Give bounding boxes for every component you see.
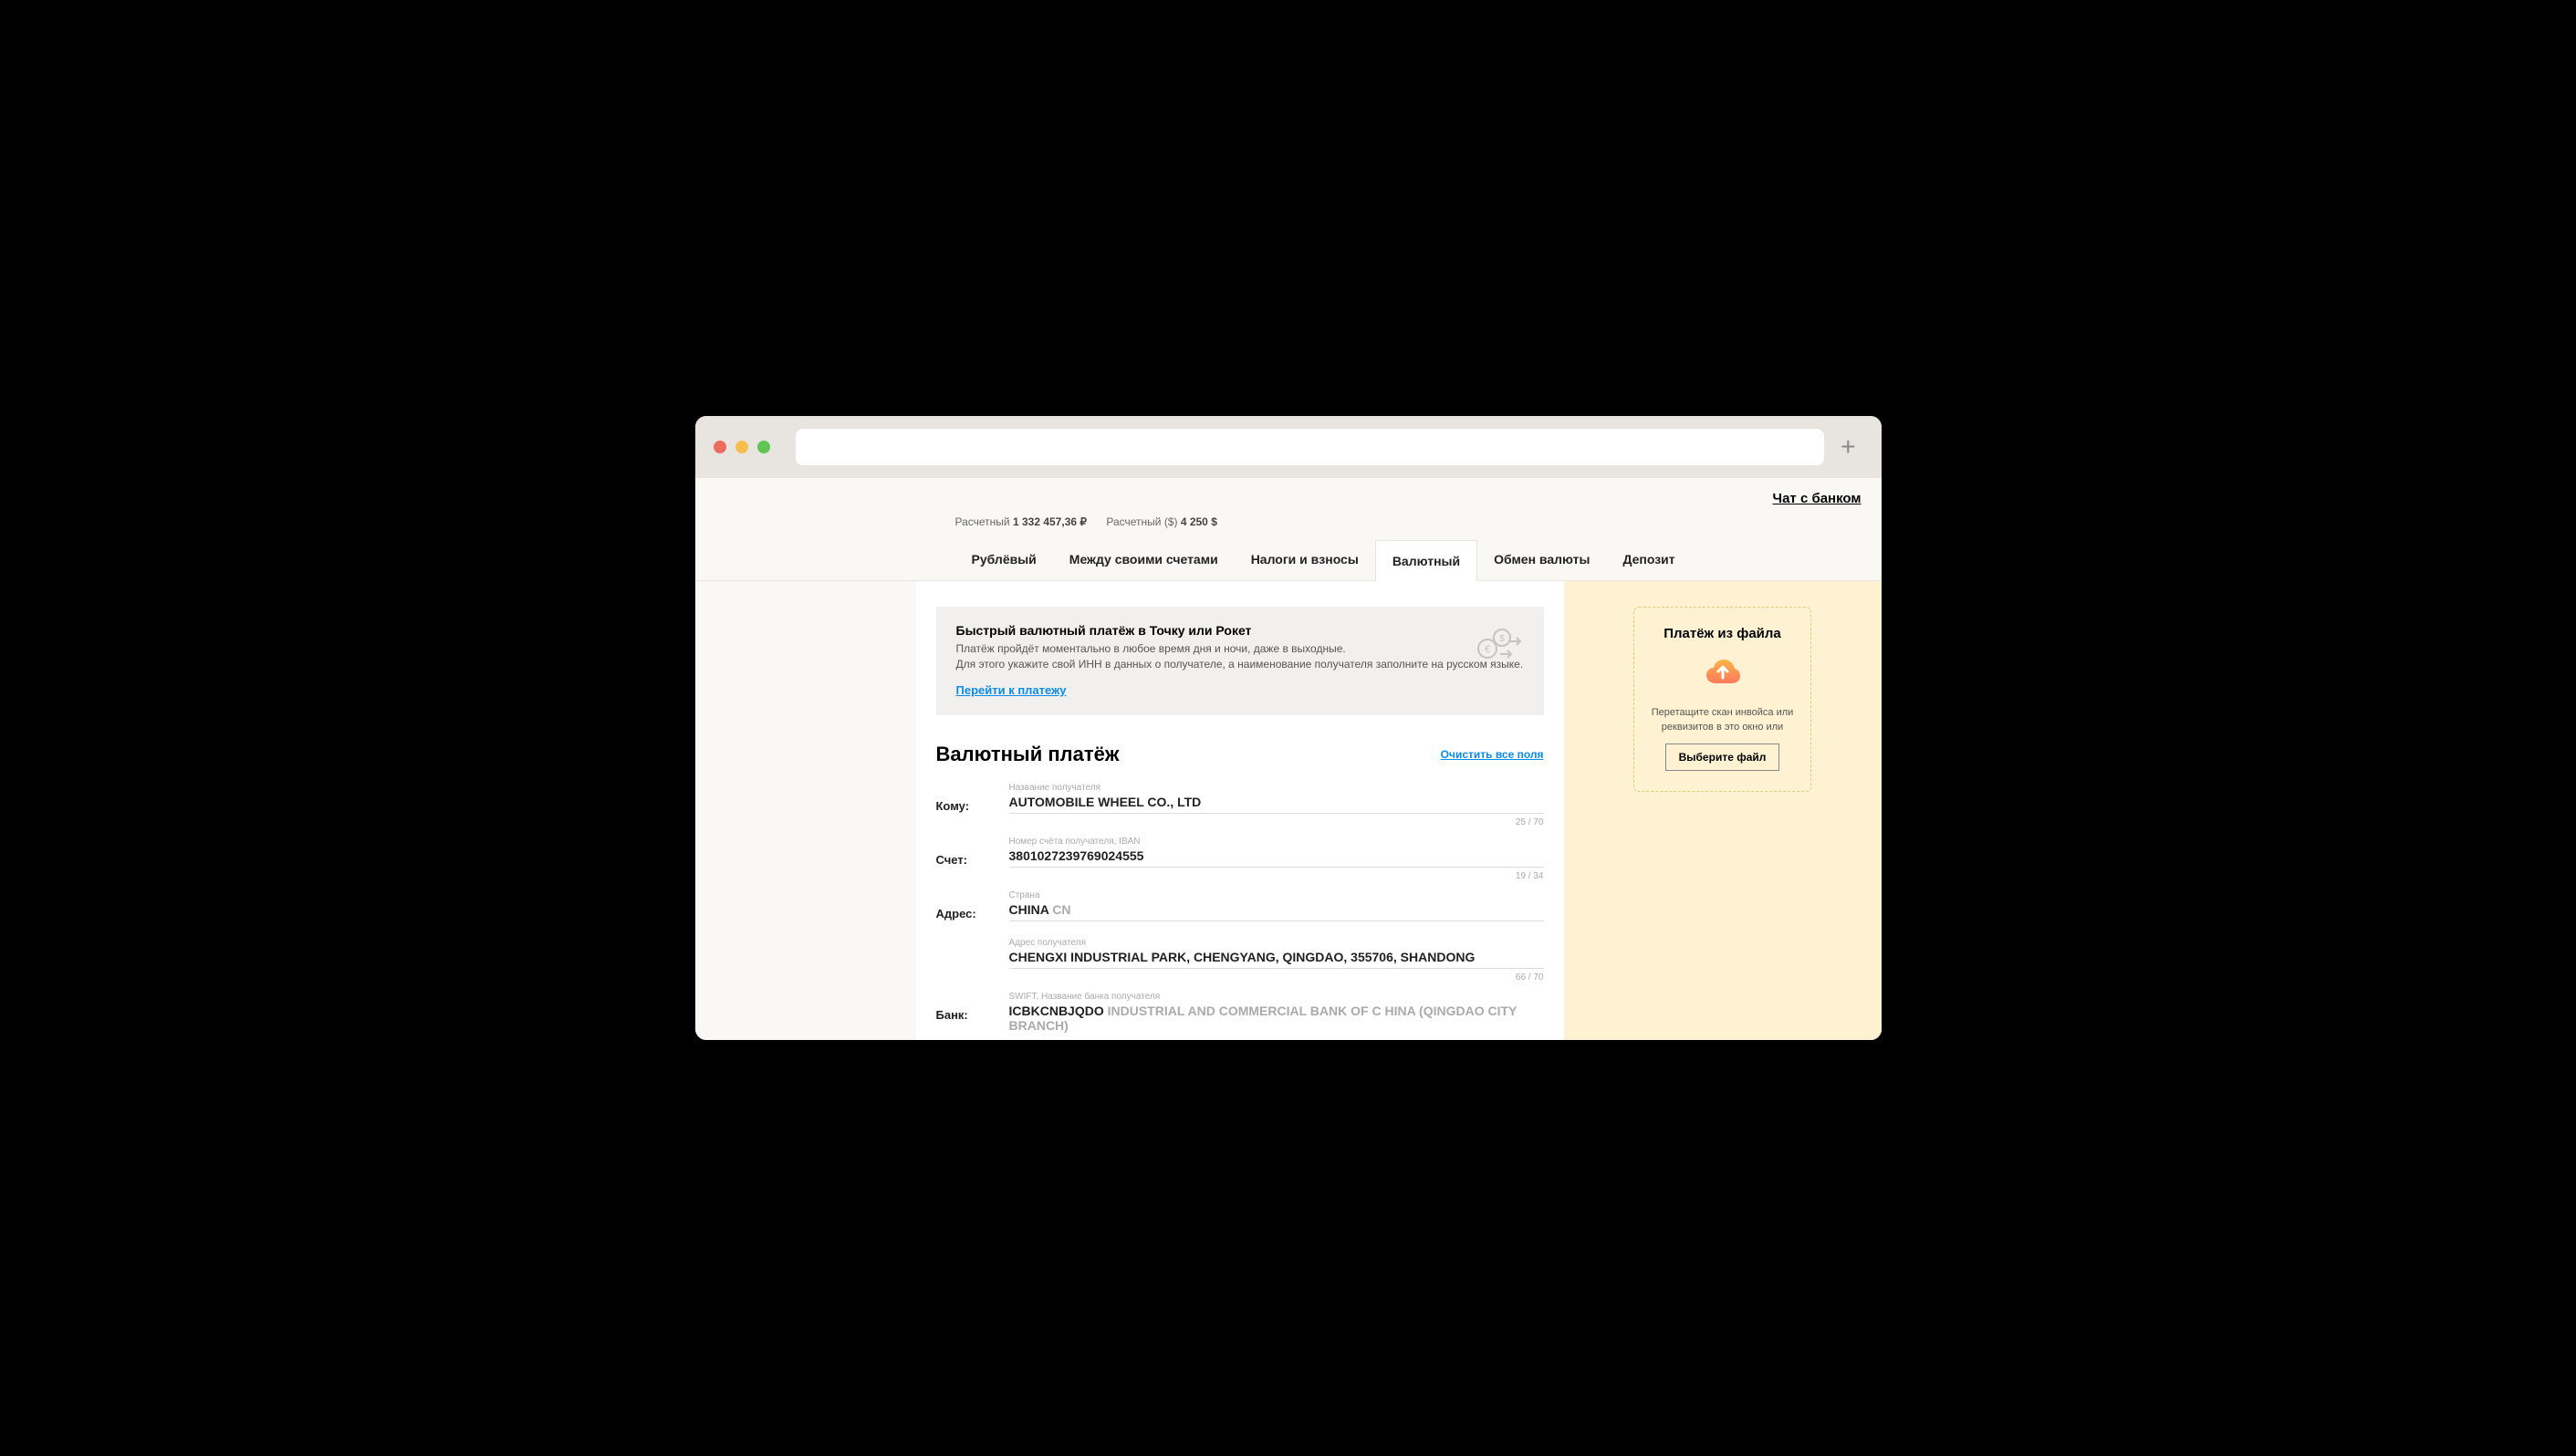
field-bank[interactable]: SWIFT, Название банка получателя ICBKCNB… <box>1009 992 1544 1036</box>
counter-account: 19 / 34 <box>1009 871 1544 881</box>
field-row-account: Счет: Номер счёта получателя, IBAN 38010… <box>936 837 1544 868</box>
upload-title: Платёж из файла <box>1651 626 1794 641</box>
field-row-country: Адрес: Страна CHINA CN <box>936 890 1544 921</box>
chat-with-bank-link[interactable]: Чат с банком <box>1773 491 1862 506</box>
field-country[interactable]: Страна CHINA CN <box>1009 890 1544 921</box>
new-tab-button[interactable]: + <box>1833 432 1862 462</box>
value-country: CHINA CN <box>1009 902 1544 917</box>
label-bank: Банк: <box>936 992 1009 1036</box>
go-to-payment-link[interactable]: Перейти к платежу <box>956 683 1067 697</box>
quick-payment-info-box: Быстрый валютный платёж в Точку или Роке… <box>936 607 1544 715</box>
svg-text:$: $ <box>1499 634 1505 644</box>
main-column: Быстрый валютный платёж в Точку или Роке… <box>916 581 1564 1040</box>
window-close-button[interactable] <box>714 441 726 453</box>
label-address-empty <box>936 938 1009 969</box>
svg-text:€: € <box>1484 644 1489 655</box>
sublabel-account: Номер счёта получателя, IBAN <box>1009 837 1544 847</box>
info-title: Быстрый валютный платёж в Точку или Роке… <box>956 623 1524 638</box>
field-row-recipient: Кому: Название получателя AUTOMOBILE WHE… <box>936 783 1544 814</box>
field-row-address: Адрес получателя CHENGXI INDUSTRIAL PARK… <box>936 938 1544 969</box>
clear-all-fields-link[interactable]: Очистить все поля <box>1441 748 1544 761</box>
info-text-line1: Платёж пройдёт моментально в любое время… <box>956 641 1524 657</box>
field-recipient[interactable]: Название получателя AUTOMOBILE WHEEL CO.… <box>1009 783 1544 814</box>
choose-file-button[interactable]: Выберите файл <box>1665 744 1780 771</box>
upload-description: Перетащите скан инвойса или реквизитов в… <box>1651 706 1794 734</box>
counter-address: 66 / 70 <box>1009 972 1544 983</box>
tab-currency[interactable]: Валютный <box>1375 540 1477 581</box>
tab-ruble[interactable]: Рублёвый <box>955 539 1053 580</box>
field-row-bank: Банк: SWIFT, Название банка получателя I… <box>936 992 1544 1036</box>
label-recipient: Кому: <box>936 783 1009 814</box>
url-bar[interactable] <box>796 429 1825 465</box>
content-area: Быстрый валютный платёж в Точку или Роке… <box>916 581 1882 1040</box>
value-bank: ICBKCNBJQDO INDUSTRIAL AND COMMERCIAL BA… <box>1009 1004 1544 1033</box>
accounts-summary: Расчетный 1 332 457,36 ₽ Расчетный ($) 4… <box>695 510 1882 539</box>
form-header: Валютный платёж Очистить все поля <box>936 743 1544 766</box>
account-usd-value: 4 250 $ <box>1181 515 1217 528</box>
tab-taxes[interactable]: Налоги и взносы <box>1235 539 1375 580</box>
sublabel-bank: SWIFT, Название банка получателя <box>1009 992 1544 1002</box>
page-content: Чат с банком Расчетный 1 332 457,36 ₽ Ра… <box>695 478 1882 1040</box>
tab-deposit[interactable]: Депозит <box>1606 539 1691 580</box>
counter-recipient: 25 / 70 <box>1009 817 1544 827</box>
label-address: Адрес: <box>936 890 1009 921</box>
currency-exchange-icon: € $ <box>1473 627 1524 663</box>
field-account[interactable]: Номер счёта получателя, IBAN 38010272397… <box>1009 837 1544 868</box>
side-column: Платёж из файла Перетащите скан инвойса … <box>1564 581 1882 1040</box>
account-rub-value: 1 332 457,36 ₽ <box>1013 515 1087 528</box>
window-minimize-button[interactable] <box>735 441 748 453</box>
tab-between-accounts[interactable]: Между своими счетами <box>1053 539 1235 580</box>
sublabel-address: Адрес получателя <box>1009 938 1544 948</box>
account-usd-label: Расчетный ($) <box>1106 515 1177 528</box>
value-recipient: AUTOMOBILE WHEEL CO., LTD <box>1009 795 1544 809</box>
cloud-upload-icon <box>1705 658 1741 691</box>
sublabel-country: Страна <box>1009 890 1544 900</box>
upload-card[interactable]: Платёж из файла Перетащите скан инвойса … <box>1633 607 1811 792</box>
value-address: CHENGXI INDUSTRIAL PARK, CHENGYANG, QING… <box>1009 950 1544 964</box>
account-rub-label: Расчетный <box>955 515 1010 528</box>
payment-tabs: Рублёвый Между своими счетами Налоги и в… <box>695 539 1882 581</box>
info-text-line2: Для этого укажите свой ИНН в данных о по… <box>956 657 1524 672</box>
sublabel-recipient: Название получателя <box>1009 783 1544 793</box>
tab-exchange[interactable]: Обмен валюты <box>1477 539 1606 580</box>
form-title: Валютный платёж <box>936 743 1120 766</box>
label-account: Счет: <box>936 837 1009 868</box>
topbar: Чат с банком <box>695 478 1882 510</box>
value-account: 3801027239769024555 <box>1009 848 1544 863</box>
browser-window: + Чат с банком Расчетный 1 332 457,36 ₽ … <box>695 416 1882 1040</box>
field-address[interactable]: Адрес получателя CHENGXI INDUSTRIAL PARK… <box>1009 938 1544 969</box>
browser-chrome: + <box>695 416 1882 478</box>
window-maximize-button[interactable] <box>757 441 770 453</box>
